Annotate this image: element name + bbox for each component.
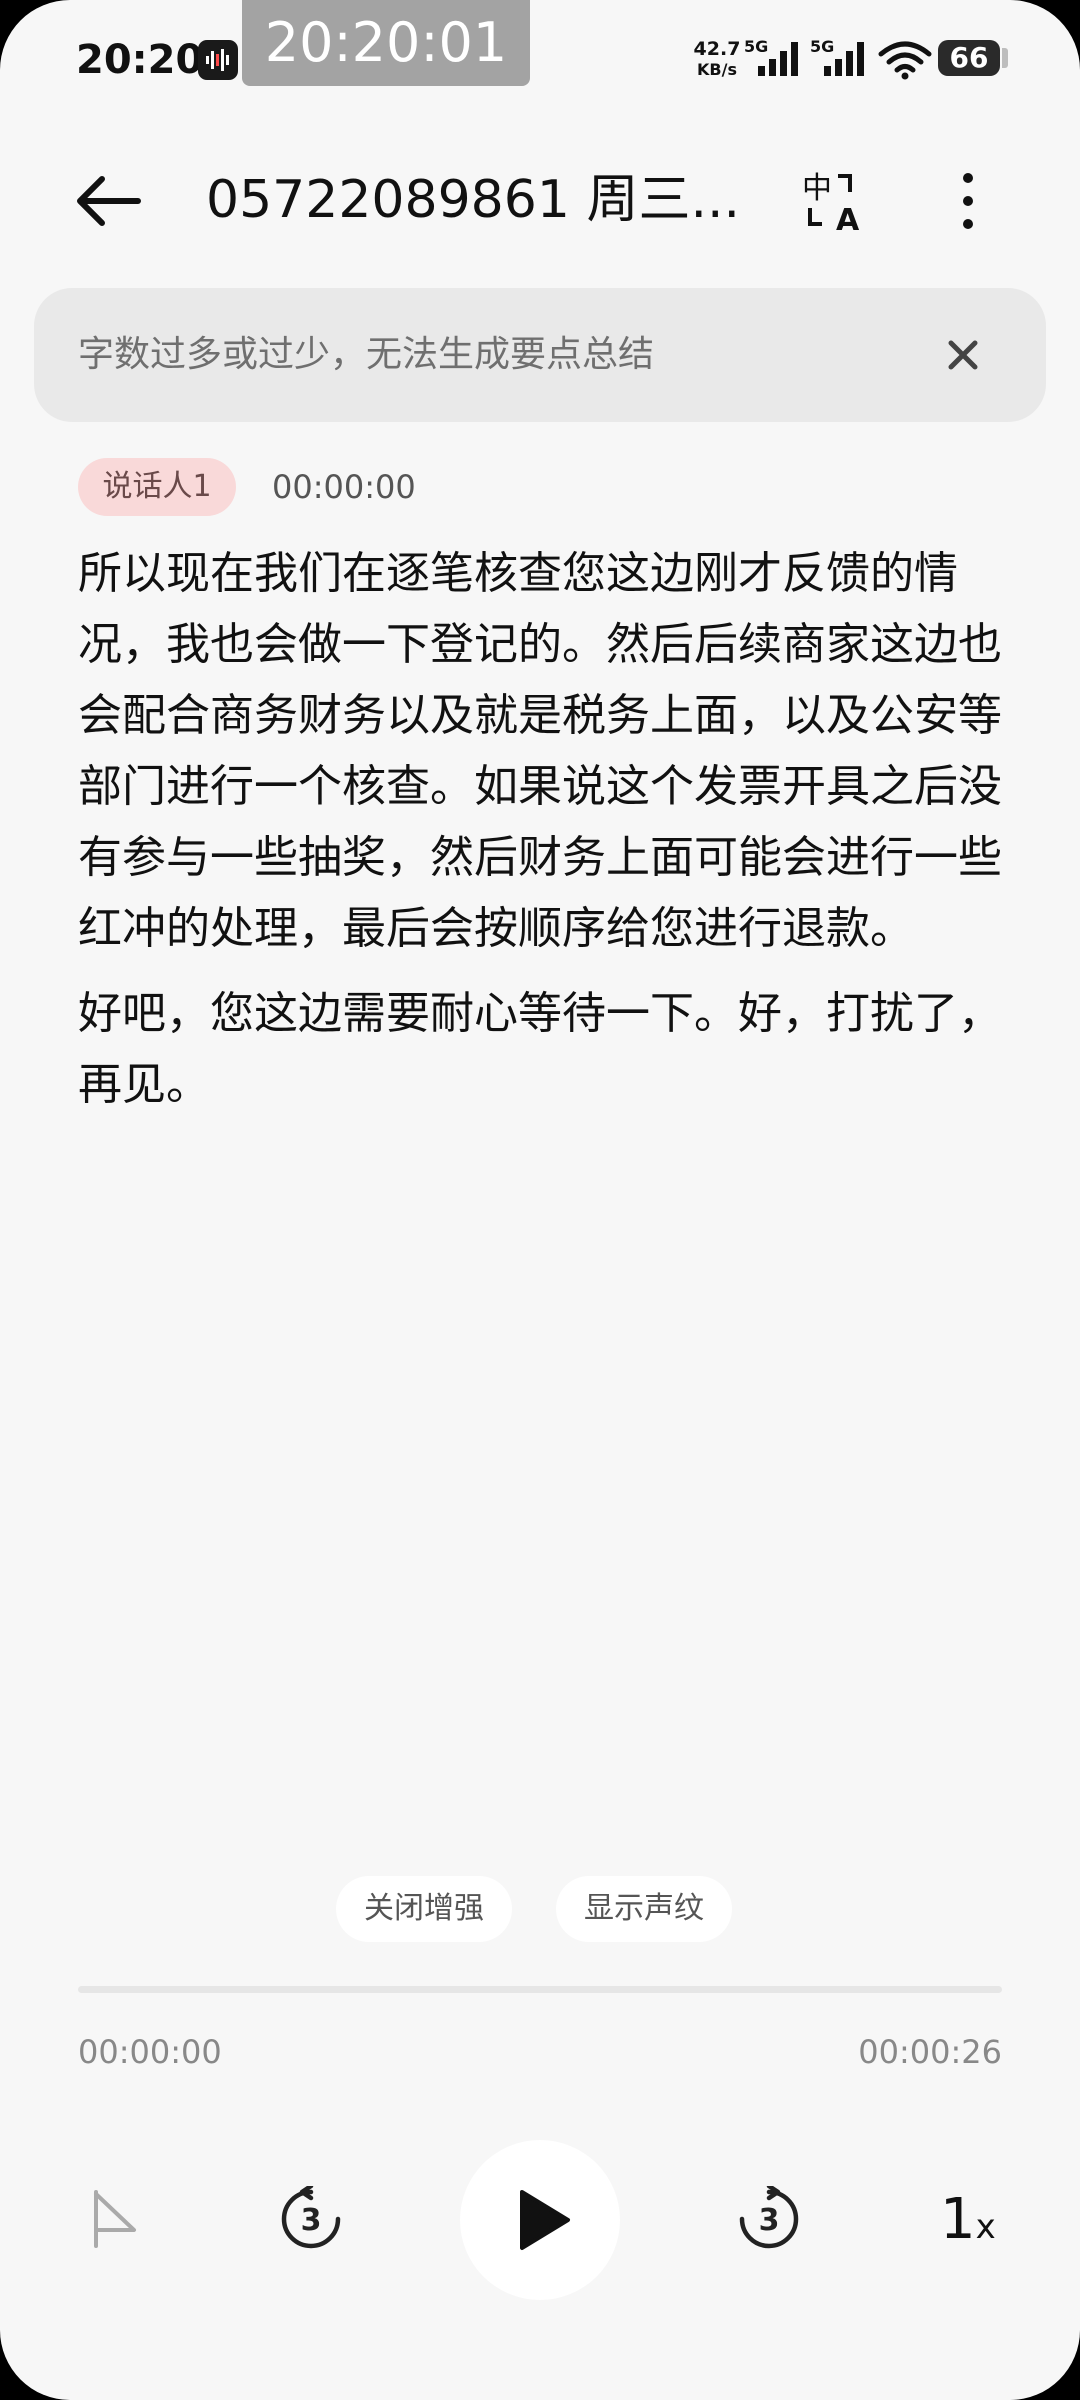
signal-icon: 5G [810,36,872,84]
status-bar: 20:20 20:20:01 42.7 KB/s 5G 5G 66 [0,0,1080,120]
transcript-paragraph[interactable]: 所以现在我们在逐笔核查您这边刚才反馈的情况，我也会做一下登记的。然后后续商家这边… [78,538,1010,964]
app-bar: 05722089861 周三... 中 A [0,140,1080,260]
network-speed-unit: KB/s [697,60,737,79]
clock-overlay: 20:20:01 [242,0,530,86]
battery-tip [1002,48,1008,68]
page-title: 05722089861 周三... [206,170,741,230]
network-type-2: 5G [810,37,834,56]
wifi-icon [878,40,932,84]
summary-notice-text: 字数过多或过少，无法生成要点总结 [78,334,655,375]
translate-icon: 中 A [802,171,860,238]
network-type-1: 5G [744,37,768,56]
network-speed: 42.7 KB/s [692,38,742,80]
notice-close-button[interactable] [940,332,986,378]
screen: 20:20 20:20:01 42.7 KB/s 5G 5G 66 057220… [0,0,1080,2400]
disable-enhance-button[interactable]: 关闭增强 [336,1876,512,1942]
forward-3-icon: 3 [739,2183,799,2249]
battery-level: 66 [949,41,989,74]
play-button[interactable] [460,2140,620,2300]
close-icon [948,340,978,370]
playback-progress-bar[interactable] [78,1986,1002,1993]
mark-button[interactable] [88,2186,144,2256]
total-time: 00:00:26 [858,2033,1002,2071]
back-button[interactable] [66,166,152,236]
rewind-seconds: 3 [301,2203,322,2238]
speed-value: 1 [940,2187,976,2252]
rewind-3-icon: 3 [281,2183,341,2249]
rewind-button[interactable]: 3 [278,2183,344,2256]
show-voiceprint-button[interactable]: 显示声纹 [556,1876,732,1942]
network-speed-value: 42.7 [693,38,741,60]
playback-speed-button[interactable]: 1x [940,2180,996,2260]
more-options-button[interactable] [948,166,988,236]
speaker-timestamp[interactable]: 00:00:00 [272,458,416,516]
forward-seconds: 3 [759,2203,780,2238]
svg-text:中: 中 [802,171,832,206]
transcript-body: 所以现在我们在逐笔核查您这边刚才反馈的情况，我也会做一下登记的。然后后续商家这边… [78,538,1010,1134]
signal-icon: 5G [744,36,806,84]
speed-suffix: x [975,2207,996,2247]
more-vertical-icon [963,173,973,229]
summary-notice: 字数过多或过少，无法生成要点总结 [34,288,1046,422]
play-icon [520,2190,570,2250]
battery-icon: 66 [938,40,1000,76]
status-time: 20:20 [76,37,204,83]
speaker-label[interactable]: 说话人1 [78,458,236,516]
voice-recorder-icon [198,40,238,80]
current-time: 00:00:00 [78,2033,222,2071]
transcript-paragraph[interactable]: 好吧，您这边需要耐心等待一下。好，打扰了，再见。 [78,978,1010,1120]
flag-icon [94,2190,136,2248]
translate-button[interactable]: 中 A [802,168,868,238]
svg-text:A: A [836,203,860,234]
back-arrow-icon [77,176,141,226]
forward-button[interactable]: 3 [736,2183,802,2256]
